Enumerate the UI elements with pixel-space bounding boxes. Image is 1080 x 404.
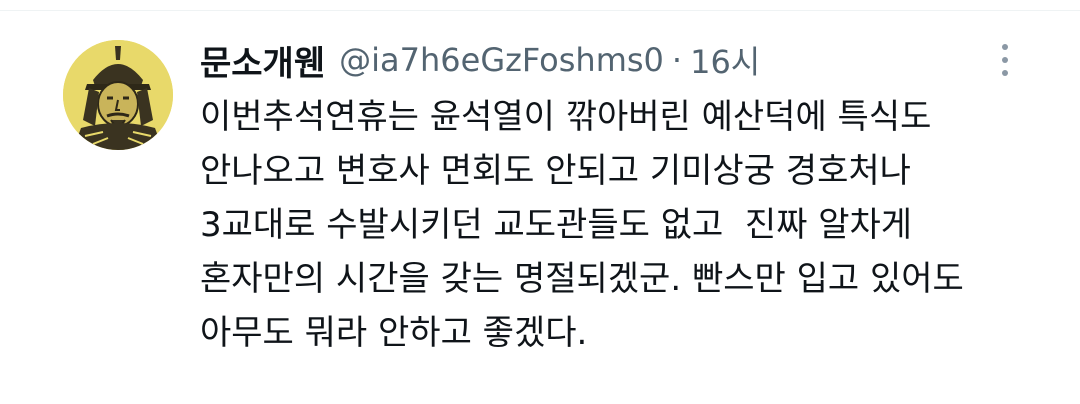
tweet[interactable]: 문소개웬 @ia7h6eGzFoshms0 · 16시 이번추석연휴는 윤석열이… (0, 0, 1080, 404)
tweet-header: 문소개웬 @ia7h6eGzFoshms0 · 16시 (200, 32, 760, 88)
warrior-portrait-icon (63, 40, 173, 150)
separator-dot: · (671, 41, 683, 79)
tweet-text: 이번추석연휴는 윤석열이 깎아버린 예산덕에 특식도 안나오고 변호사 면회도 … (200, 90, 1040, 360)
timestamp[interactable]: 16시 (690, 37, 760, 83)
tweet-text-line: 이번추석연휴는 윤석열이 깎아버린 예산덕에 특식도 (200, 97, 932, 137)
display-name[interactable]: 문소개웬 (200, 36, 325, 85)
tweet-text-line: 안나오고 변호사 면회도 안되고 기미상궁 경호처나 (200, 151, 911, 191)
more-options-button[interactable] (990, 40, 1020, 80)
tweet-text-line: 3교대로 수발시키던 교도관들도 없고 진짜 알차게 (200, 205, 913, 245)
tweet-text-line: 아무도 뭐라 안하고 좋겠다. (200, 313, 588, 353)
user-handle[interactable]: @ia7h6eGzFoshms0 (339, 41, 664, 79)
tweet-text-line: 혼자만의 시간을 갖는 명절되겠군. 빤스만 입고 있어도 (200, 259, 964, 299)
avatar[interactable] (63, 40, 173, 150)
